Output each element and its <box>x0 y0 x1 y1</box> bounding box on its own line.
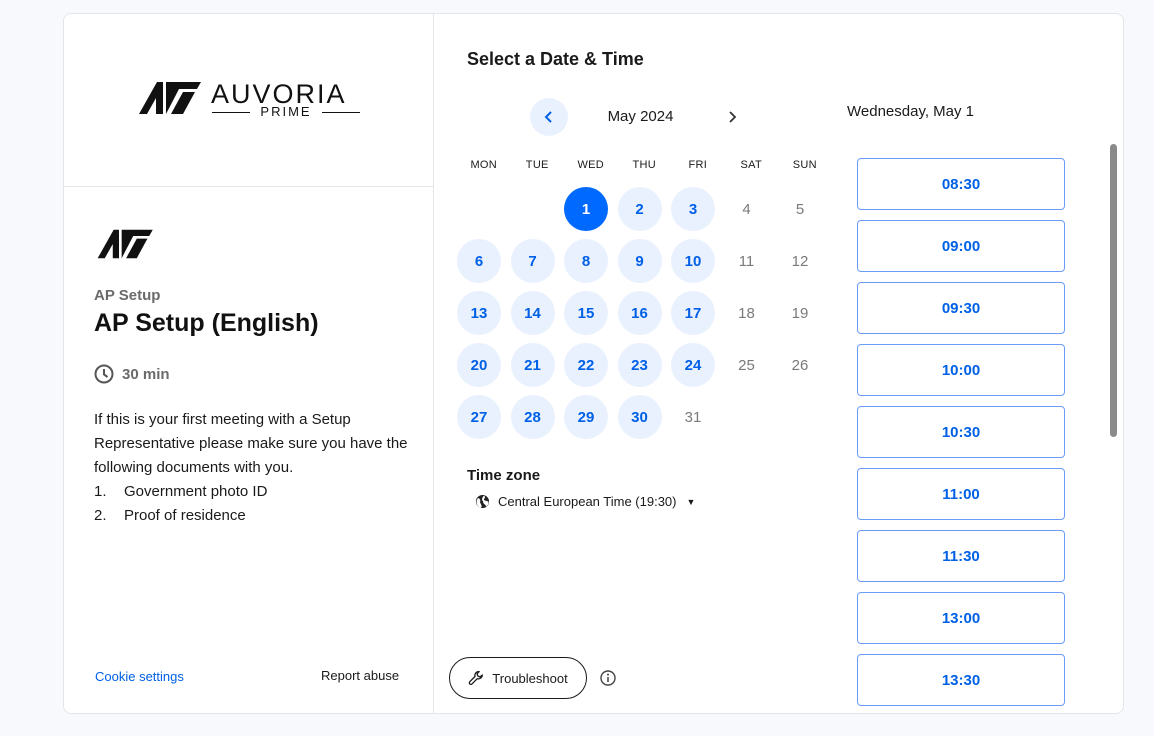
list-number: 1. <box>94 483 107 500</box>
time-slot-button[interactable]: 13:00 <box>857 592 1065 644</box>
month-navigation: May 2024 <box>530 98 778 136</box>
calendar-day: 5 <box>795 200 805 218</box>
auvoria-small-logo-icon <box>97 229 153 259</box>
calendar-day[interactable]: 29 <box>564 395 608 439</box>
calendar-day[interactable]: 24 <box>671 343 715 387</box>
calendar-day[interactable]: 13 <box>457 291 501 335</box>
calendar-day[interactable]: 15 <box>564 291 608 335</box>
time-slot-button[interactable]: 09:30 <box>857 282 1065 334</box>
calendar-day[interactable]: 2 <box>617 187 662 231</box>
time-slot-button[interactable]: 11:30 <box>857 530 1065 582</box>
next-month-button[interactable] <box>713 98 751 136</box>
calendar-day[interactable]: 6 <box>457 239 501 283</box>
timezone-value: Central European Time (19:30) <box>498 494 677 509</box>
calendar-day: 12 <box>791 252 809 270</box>
calendar-day: 25 <box>738 356 755 374</box>
section-title: Select a Date & Time <box>467 49 644 69</box>
weekday-label: FRI <box>688 159 708 171</box>
calendar-day: 4 <box>742 200 751 218</box>
troubleshoot-button[interactable]: Troubleshoot <box>449 657 587 699</box>
time-slot-button[interactable]: 10:00 <box>857 344 1065 396</box>
weekday-label: MON <box>470 159 498 171</box>
calendar-day: 18 <box>738 304 755 322</box>
calendar-day[interactable]: 10 <box>671 239 715 283</box>
duration-text: 30 min <box>122 365 170 383</box>
scrollbar-thumb[interactable] <box>1110 144 1117 437</box>
calendar-day[interactable]: 21 <box>510 343 555 387</box>
chevron-left-icon <box>544 111 552 123</box>
calendar-day[interactable]: 27 <box>457 395 501 439</box>
previous-month-button[interactable] <box>530 98 568 136</box>
calendar-day: 26 <box>791 356 809 374</box>
chevron-right-icon <box>729 111 737 123</box>
list-text: Government photo ID <box>124 483 268 500</box>
clock-icon <box>94 364 114 384</box>
globe-icon <box>475 494 490 509</box>
event-owner: AP Setup <box>94 287 161 304</box>
event-details-panel: AUVORIA PRIME AP Setup AP Setup (English… <box>64 14 434 713</box>
description-text: If this is your first meeting with a Set… <box>94 411 408 476</box>
documents-list: 1. Government photo ID 2. Proof of resid… <box>94 480 414 528</box>
calendar-day[interactable]: 22 <box>564 343 608 387</box>
weekday-label: SAT <box>740 159 762 171</box>
cookie-settings-link[interactable]: Cookie settings <box>95 669 184 684</box>
calendar-day[interactable]: 7 <box>510 239 555 283</box>
weekday-label: SUN <box>792 159 817 171</box>
calendar-day[interactable]: 14 <box>510 291 555 335</box>
time-slot-button[interactable]: 08:30 <box>857 158 1065 210</box>
time-slot-button[interactable]: 09:00 <box>857 220 1065 272</box>
calendar-day[interactable]: 20 <box>457 343 501 387</box>
time-slot-button[interactable]: 10:30 <box>857 406 1065 458</box>
auvoria-logo-icon <box>139 82 201 114</box>
divider <box>322 112 360 113</box>
event-title: AP Setup (English) <box>94 309 319 337</box>
weekday-label: WED <box>577 159 605 171</box>
event-description: If this is your first meeting with a Set… <box>94 408 414 528</box>
selected-date-label: Wednesday, May 1 <box>847 103 975 120</box>
weekday-header: MON TUE WED THU FRI SAT SUN <box>457 159 832 171</box>
list-text: Proof of residence <box>124 507 246 524</box>
timezone-select[interactable]: Central European Time (19:30) ▼ <box>475 494 695 509</box>
troubleshoot-label: Troubleshoot <box>492 670 568 686</box>
list-item: 2. Proof of residence <box>94 504 414 528</box>
calendar-day[interactable]: 16 <box>617 291 662 335</box>
calendar-day[interactable]: 9 <box>617 239 662 283</box>
weekday-label: THU <box>632 159 656 171</box>
list-number: 2. <box>94 507 107 524</box>
event-duration: 30 min <box>94 364 170 384</box>
report-abuse-link[interactable]: Report abuse <box>321 668 399 683</box>
calendar-day[interactable]: 28 <box>510 395 555 439</box>
time-slot-button[interactable]: 11:00 <box>857 468 1065 520</box>
brand-header: AUVORIA PRIME <box>64 14 433 187</box>
calendar-day-selected[interactable]: 1 <box>564 187 608 231</box>
calendar-day[interactable]: 30 <box>617 395 662 439</box>
caret-down-icon: ▼ <box>686 496 696 507</box>
calendar-day: 11 <box>738 252 755 270</box>
time-slot-button[interactable]: 13:30 <box>857 654 1065 706</box>
calendar-day: 19 <box>791 304 809 322</box>
timezone-label: Time zone <box>467 467 541 484</box>
weekday-label: TUE <box>525 159 549 171</box>
calendar-day[interactable]: 3 <box>671 187 715 231</box>
calendar-day[interactable]: 17 <box>671 291 715 335</box>
calendar-day[interactable]: 23 <box>617 343 662 387</box>
info-icon[interactable] <box>600 670 616 686</box>
calendar-day: 31 <box>684 408 702 426</box>
calendar-day[interactable]: 8 <box>564 239 608 283</box>
month-label: May 2024 <box>607 108 674 125</box>
booking-card: AUVORIA PRIME AP Setup AP Setup (English… <box>63 13 1124 714</box>
list-item: 1. Government photo ID <box>94 480 414 504</box>
brand-sub-wrap: PRIME <box>212 105 360 119</box>
wrench-icon <box>469 670 484 685</box>
scheduler-panel: Select a Date & Time May 2024 MON TUE WE… <box>434 14 1123 713</box>
